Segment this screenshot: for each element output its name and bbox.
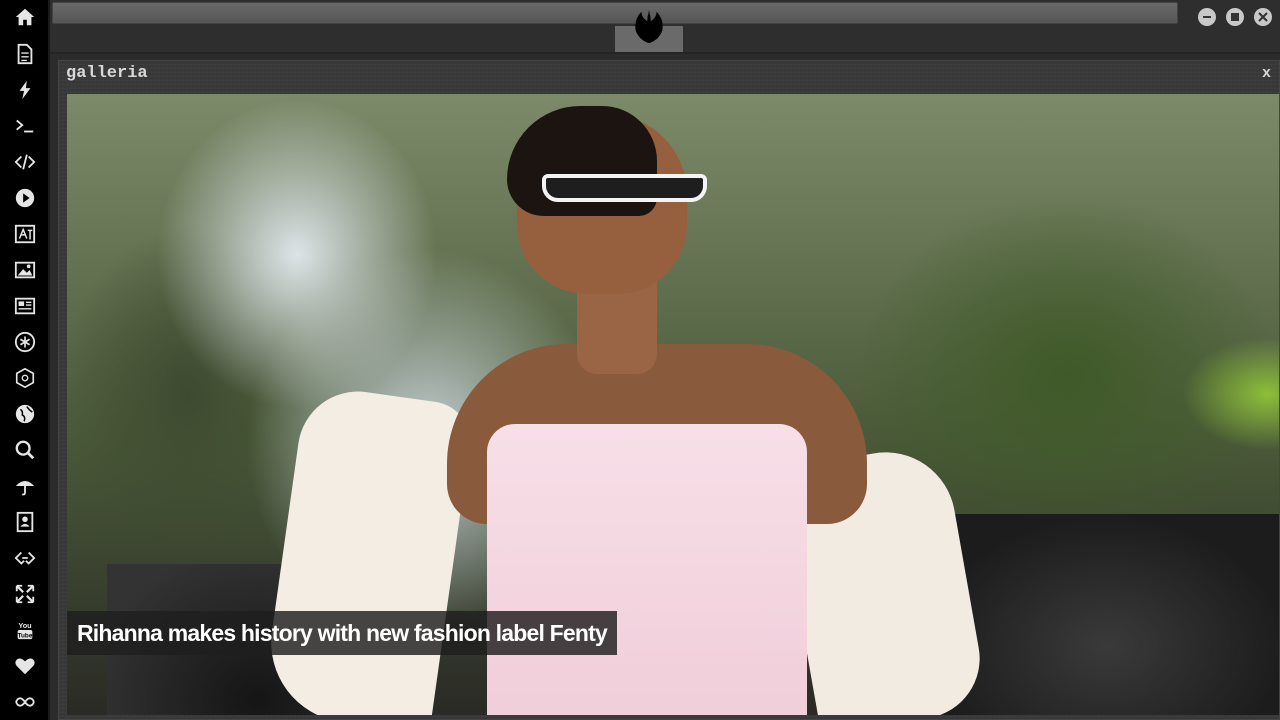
rebel-icon[interactable] xyxy=(13,330,37,354)
translate-icon[interactable] xyxy=(13,222,37,246)
panel-close-button[interactable]: x xyxy=(1262,65,1271,82)
image-icon[interactable] xyxy=(13,258,37,282)
newspaper-icon[interactable] xyxy=(13,294,37,318)
home-icon[interactable] xyxy=(13,5,37,29)
rebel-alliance-logo[interactable] xyxy=(630,8,668,46)
code-icon[interactable] xyxy=(13,150,37,174)
minimize-icon[interactable] xyxy=(1198,8,1216,26)
sidebar: You Tube xyxy=(0,0,50,720)
panel-title: galleria xyxy=(66,64,148,83)
expand-icon[interactable] xyxy=(13,582,37,606)
terminal-icon[interactable] xyxy=(13,114,37,138)
gallery-caption[interactable]: Rihanna makes history with new fashion l… xyxy=(67,611,618,655)
topbar xyxy=(50,0,1280,54)
empire-icon[interactable] xyxy=(13,366,37,390)
youtube-icon[interactable]: You Tube xyxy=(13,618,37,642)
contact-icon[interactable] xyxy=(13,510,37,534)
globe-icon[interactable] xyxy=(13,402,37,426)
play-icon[interactable] xyxy=(13,186,37,210)
maximize-icon[interactable] xyxy=(1226,8,1244,26)
topbar-track xyxy=(52,2,1178,24)
lightning-icon[interactable] xyxy=(13,78,37,102)
search-icon[interactable] xyxy=(13,438,37,462)
photo-sunglasses xyxy=(542,174,707,202)
chain-link-icon[interactable] xyxy=(13,546,37,570)
photo-crowd xyxy=(927,514,1279,715)
gallery-panel: galleria x Rihanna makes history with ne… xyxy=(58,60,1280,720)
infinity-icon[interactable] xyxy=(13,690,37,714)
svg-text:You: You xyxy=(18,621,31,630)
svg-text:Tube: Tube xyxy=(18,632,33,639)
document-icon[interactable] xyxy=(13,42,37,66)
photo-shawl-left xyxy=(260,383,476,715)
close-icon[interactable] xyxy=(1254,8,1272,26)
umbrella-icon[interactable] xyxy=(13,474,37,498)
heart-icon[interactable] xyxy=(13,654,37,678)
photo-dress xyxy=(487,424,807,715)
gallery-photo[interactable]: Rihanna makes history with new fashion l… xyxy=(67,94,1279,715)
